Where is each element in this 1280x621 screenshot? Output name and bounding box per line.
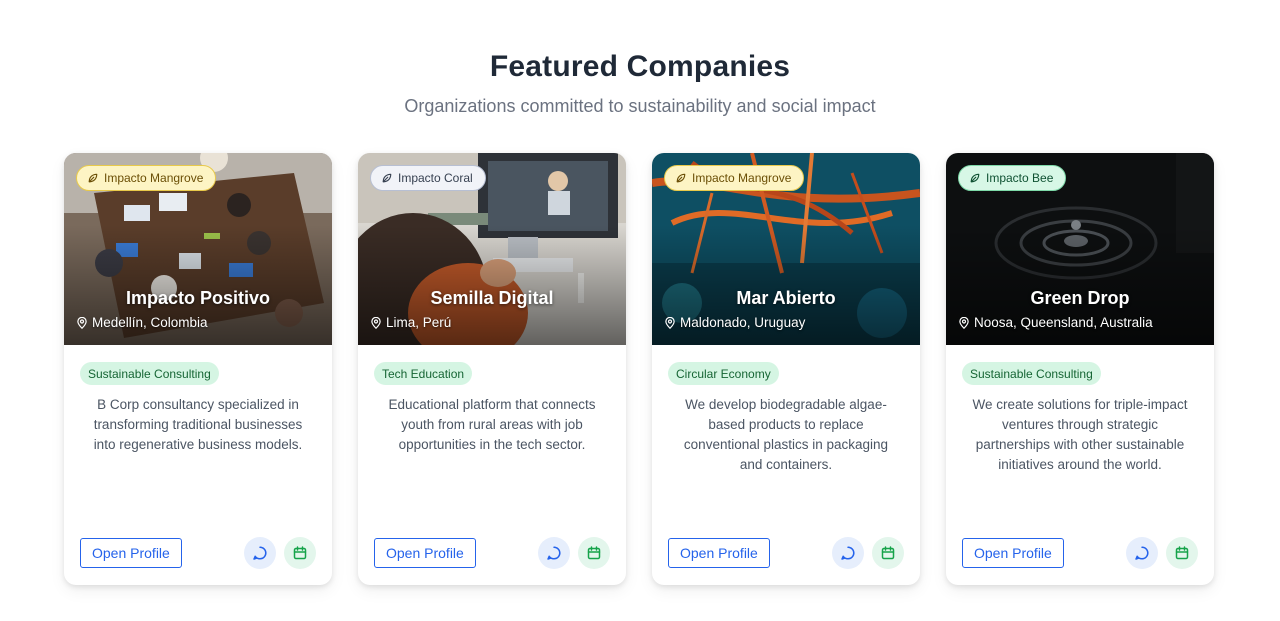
impact-badge-label: Impacto Mangrove [104,171,204,185]
company-description: We create solutions for triple-impact ve… [972,397,1188,472]
location-pin-icon [664,317,676,329]
company-name: Semilla Digital [430,288,554,308]
location-pin-icon [958,317,970,329]
message-button[interactable] [244,537,276,569]
message-button[interactable] [538,537,570,569]
section-title: Featured Companies [489,50,791,83]
impact-badge-label: Impacto Coral [398,171,473,185]
company-location: Lima, Perú [370,315,451,330]
company-card: Impacto Mangrove Mar Abierto Maldonado, … [652,153,920,585]
schedule-button[interactable] [578,537,610,569]
company-name: Impacto Positivo [125,288,271,308]
category-tag: Tech Education [374,362,473,385]
location-label: Noosa, Queensland, Australia [974,315,1153,330]
calendar-icon [880,545,896,561]
chat-icon [546,545,562,561]
open-profile-button[interactable]: Open Profile [80,538,182,568]
message-button[interactable] [832,537,864,569]
message-button[interactable] [1126,537,1158,569]
company-image: Impacto Bee Green Drop Noosa, Queensland… [946,153,1214,345]
category-tag: Circular Economy [668,362,779,385]
leaf-icon [675,172,687,184]
schedule-button[interactable] [872,537,904,569]
leaf-icon [381,172,393,184]
category-tag: Sustainable Consulting [962,362,1101,385]
featured-companies-section: Featured Companies Organizations committ… [0,0,1280,621]
company-name: Mar Abierto [736,288,836,308]
schedule-button[interactable] [1166,537,1198,569]
company-description: We develop biodegradable algae-based pro… [683,397,889,472]
open-profile-button[interactable]: Open Profile [668,538,770,568]
chat-icon [1134,545,1150,561]
location-pin-icon [370,317,382,329]
leaf-icon [969,172,981,184]
company-location: Maldonado, Uruguay [664,315,805,330]
company-description: B Corp consultancy specialized in transf… [93,397,303,452]
calendar-icon [292,545,308,561]
chat-icon [252,545,268,561]
company-grid: Impacto Mangrove Impacto Positivo Medell… [64,153,1216,586]
company-image: Impacto Mangrove Impacto Positivo Medell… [64,153,332,345]
leaf-icon [87,172,99,184]
company-location: Medellín, Colombia [76,315,208,330]
calendar-icon [586,545,602,561]
impact-badge: Impacto Mangrove [664,165,805,191]
impact-badge-label: Impacto Bee [986,171,1054,185]
impact-badge: Impacto Coral [370,165,486,191]
company-name: Green Drop [1030,288,1130,308]
company-card: Impacto Mangrove Impacto Positivo Medell… [64,153,332,585]
location-label: Medellín, Colombia [92,315,208,330]
location-label: Lima, Perú [386,315,452,330]
company-description: Educational platform that connects youth… [388,397,596,452]
company-card: Impacto Coral Semilla Digital Lima, Perú… [358,153,626,585]
company-location: Noosa, Queensland, Australia [958,315,1153,330]
schedule-button[interactable] [284,537,316,569]
category-tag: Sustainable Consulting [80,362,219,385]
open-profile-button[interactable]: Open Profile [962,538,1064,568]
open-profile-button[interactable]: Open Profile [374,538,476,568]
impact-badge: Impacto Mangrove [76,165,217,191]
location-pin-icon [76,317,88,329]
company-image: Impacto Coral Semilla Digital Lima, Perú [358,153,626,345]
impact-badge: Impacto Bee [958,165,1067,191]
calendar-icon [1174,545,1190,561]
location-label: Maldonado, Uruguay [680,315,806,330]
company-image: Impacto Mangrove Mar Abierto Maldonado, … [652,153,920,345]
impact-badge-label: Impacto Mangrove [692,171,792,185]
company-card: Impacto Bee Green Drop Noosa, Queensland… [946,153,1214,585]
chat-icon [840,545,856,561]
section-subtitle: Organizations committed to sustainabilit… [404,96,876,116]
